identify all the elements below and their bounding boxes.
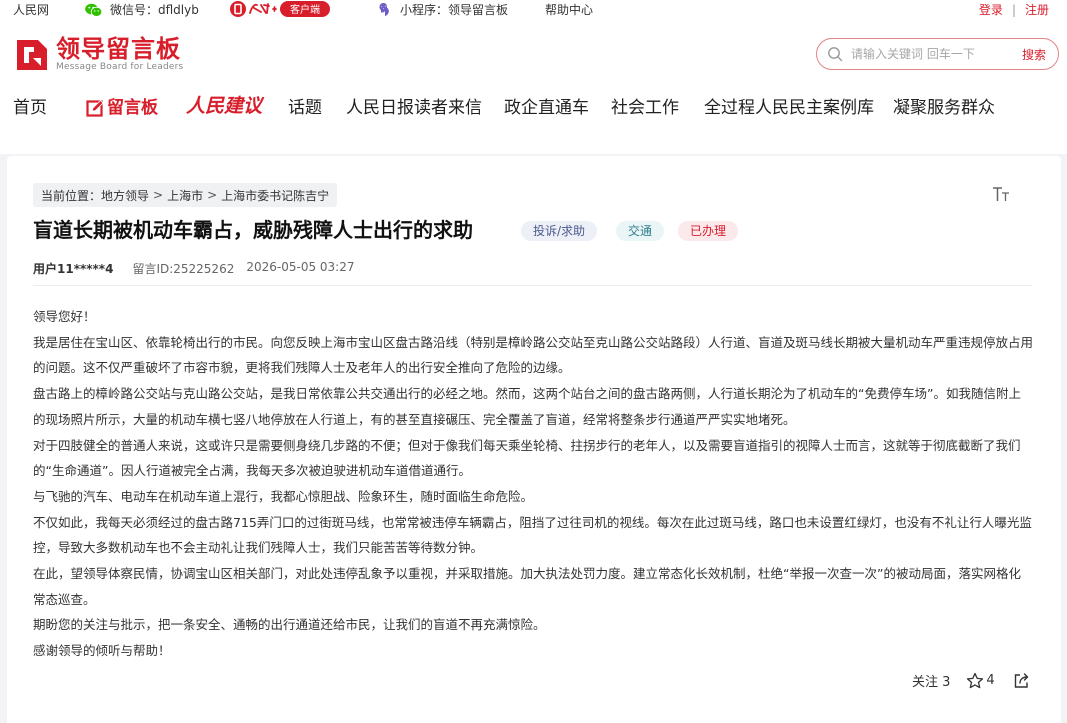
status-badge: 已办理 [678, 221, 739, 241]
login-link[interactable]: 登录 [979, 1, 1003, 18]
star-icon[interactable] [966, 672, 984, 690]
nav-home[interactable]: 首页 [13, 97, 47, 119]
site-label: 人民网 [13, 3, 50, 17]
breadcrumb: 当前位置： 地方领导 > 上海市 > 上海市委书记陈吉宁 [33, 183, 338, 207]
body-paragraph: 感谢领导的倾听与帮助！ [33, 643, 171, 659]
nav-democracy-cases[interactable]: 全过程人民民主案例库 [704, 97, 874, 119]
field-tag: 交通 [616, 221, 665, 241]
favorite-count: 4 [986, 673, 995, 688]
message-card: 当前位置： 地方领导 > 上海市 > 上海市委书记陈吉宁 盲道长期被机动车霸占，… [7, 156, 1061, 723]
wechat-info[interactable]: 微信号：dfldlyb [85, 1, 199, 18]
account-links: 登录 | 注册 [979, 1, 1049, 18]
nav-topics[interactable]: 话题 [288, 97, 322, 119]
follow-button[interactable]: 关注 3 [912, 671, 950, 690]
message-time: 2026-05-05 03:27 [246, 260, 355, 274]
body-paragraph: 领导您好！ [33, 309, 96, 324]
breadcrumb-label: 当前位置： [41, 188, 102, 203]
category-tag: 投诉/求助 [521, 221, 598, 241]
help-center-link[interactable]: 帮助中心 [545, 1, 593, 18]
nav-message-board-label: 留言板 [107, 98, 158, 118]
message-actions: 关注 3 4 [912, 671, 1030, 690]
author-name: 用户11*****4 [33, 262, 114, 276]
search-box: 搜索 [816, 38, 1059, 70]
nav-readers-letters[interactable]: 人民日报读者来信 [346, 97, 482, 119]
nav-social-work[interactable]: 社会工作 [611, 97, 679, 119]
main-nav: 首页 留言板 人民建议 话题 人民日报读者来信 政企直通车 社会工作 全过程人民… [0, 95, 1067, 119]
divider [33, 285, 1032, 286]
search-button[interactable]: 搜索 [1022, 46, 1046, 63]
share-icon[interactable] [1013, 672, 1030, 689]
nav-message-board[interactable]: 留言板 [86, 97, 158, 119]
register-link[interactable]: 注册 [1025, 1, 1049, 18]
breadcrumb-separator: > [153, 188, 164, 202]
miniprogram-label: 小程序：领导留言板 [400, 3, 509, 17]
breadcrumb-item[interactable]: 上海市委书记陈吉宁 [221, 187, 329, 204]
nav-peoples-suggestions[interactable]: 人民建议 [186, 95, 262, 117]
logo-subtitle: Message Board for Leaders [56, 62, 184, 72]
edit-note-icon [86, 99, 104, 117]
wechat-icon [85, 3, 102, 17]
site-header: 领导留言板 Message Board for Leaders 搜索 首页 留言… [0, 17, 1067, 154]
body-paragraph: 我是居住在宝山区、依靠轮椅出行的市民。向您反映上海市宝山区盘古路沿线（特别是樟岭… [33, 334, 1034, 376]
peoples-daily-app-logo: 客户端 [230, 1, 330, 17]
nav-gov-enterprise[interactable]: 政企直通车 [504, 97, 589, 119]
logo-title: 领导留言板 [56, 35, 181, 63]
body-paragraph: 不仅如此，我每天必须经过的盘古路715弄门口的过街斑马线，也常常被违停车辆霸占，… [33, 514, 1032, 556]
site-logo[interactable]: 领导留言板 Message Board for Leaders [14, 36, 183, 73]
message-id: 留言ID:25225262 [132, 262, 235, 276]
body-paragraph: 盘古路上的樟岭路公交站与克山路公交站，是我日常依靠公共交通出行的必经之地。然而，… [33, 386, 1021, 427]
search-icon [828, 47, 843, 62]
body-paragraph: 在此，望领导体察民情，协调宝山区相关部门，对此处违停乱象予以重视，并采取措施。加… [33, 566, 1021, 607]
account-separator: | [1011, 2, 1016, 17]
breadcrumb-item[interactable]: 上海市 [167, 187, 203, 204]
breadcrumb-item[interactable]: 地方领导 [101, 187, 149, 204]
nav-serve-masses[interactable]: 凝聚服务群众 [893, 97, 995, 119]
font-size-icon[interactable] [992, 186, 1012, 202]
message-title: 盲道长期被机动车霸占，威胁残障人士出行的求助 [33, 218, 473, 242]
logo-text: 领导留言板 Message Board for Leaders [56, 36, 183, 73]
site-link[interactable]: 人民网 [13, 1, 49, 18]
search-input[interactable] [851, 44, 1001, 64]
help-label: 帮助中心 [545, 3, 594, 17]
miniprogram-info[interactable]: 小程序：领导留言板 [376, 1, 508, 18]
miniprogram-icon [379, 2, 389, 16]
message-body: 领导您好！ 我是居住在宝山区、依靠轮椅出行的市民。向您反映上海市宝山区盘古路沿线… [33, 304, 1033, 664]
body-paragraph: 与飞驰的汽车、电动车在机动车道上混行，我都心惊胆战、险象环生，随时面临生命危险。 [33, 488, 534, 504]
wechat-label: 微信号：dfldlyb [110, 3, 199, 17]
body-paragraph: 期盼您的关注与批示，把一条安全、通畅的出行通道还给市民，让我们的盲道不再充满惊险… [33, 617, 546, 633]
top-bar: 人民网 微信号：dfldlyb 客户端 小程序：领导留言板 帮助中心 登录 | … [0, 0, 1067, 17]
body-paragraph: 对于四肢健全的普通人来说，这或许只是需要侧身绕几步路的不便；但对于像我们每天乘坐… [33, 437, 1021, 479]
peoples-daily-app-link[interactable]: 客户端 [230, 0, 330, 18]
app-badge-text: 客户端 [290, 3, 320, 16]
message-board-logo-icon [17, 39, 47, 70]
breadcrumb-separator: > [207, 188, 218, 202]
message-meta: 用户11*****4 留言ID:25225262 2026-05-05 03:2… [33, 260, 354, 277]
